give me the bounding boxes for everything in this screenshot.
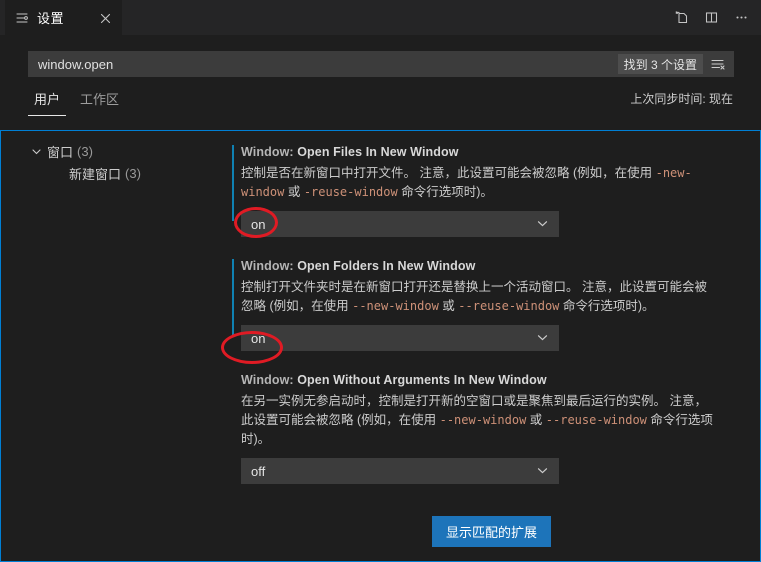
show-matching-extensions-button[interactable]: 显示匹配的扩展 bbox=[431, 516, 551, 547]
toc-item-window-label: 窗口 bbox=[47, 144, 74, 160]
setting-description-text: 命令行选项时)。 bbox=[559, 299, 655, 313]
setting-description-text: 命令行选项时)。 bbox=[397, 185, 493, 199]
close-icon[interactable] bbox=[96, 9, 114, 27]
ellipsis-icon[interactable] bbox=[727, 4, 755, 32]
settings-gear-list-icon bbox=[15, 10, 31, 26]
setting-item: Window: Open Folders In New Window 控制打开文件… bbox=[223, 245, 760, 359]
setting-item: Window: Open Without Arguments In New Wi… bbox=[223, 359, 760, 492]
setting-title: Window: Open Folders In New Window bbox=[241, 259, 730, 273]
setting-value-label: off bbox=[251, 463, 266, 479]
search-input[interactable] bbox=[28, 51, 618, 77]
setting-description: 控制是否在新窗口中打开文件。 注意，此设置可能会被忽略 (例如，在使用 -new… bbox=[241, 164, 713, 202]
settings-header: 找到 3 个设置 用户 工作区 上次同步时间: 现在 bbox=[0, 35, 761, 130]
tab-settings[interactable]: 设置 bbox=[5, 0, 123, 35]
setting-description: 控制打开文件夹时是在新窗口打开还是替换上一个活动窗口。 注意，此设置可能会被忽略… bbox=[241, 278, 713, 316]
toc-item-new-window-label: 新建窗口 bbox=[69, 166, 122, 182]
split-editor-icon[interactable] bbox=[697, 4, 725, 32]
editor-tab-bar: 设置 bbox=[0, 0, 761, 35]
setting-item: Window: Open Files In New Window 控制是否在新窗口… bbox=[223, 131, 760, 245]
setting-title: Window: Open Without Arguments In New Wi… bbox=[241, 373, 730, 387]
setting-category: Window: bbox=[241, 145, 294, 159]
setting-name: Open Folders In New Window bbox=[297, 259, 476, 273]
setting-name: Open Files In New Window bbox=[297, 145, 459, 159]
setting-description-code: -reuse-window bbox=[303, 185, 398, 199]
setting-value-dropdown[interactable]: on bbox=[241, 325, 559, 351]
tab-user[interactable]: 用户 bbox=[28, 87, 67, 116]
setting-title: Window: Open Files In New Window bbox=[241, 145, 730, 159]
setting-description-code: --reuse-window bbox=[458, 299, 560, 313]
chevron-down-icon bbox=[536, 464, 549, 480]
setting-description-text: 控制是否在新窗口中打开文件。 注意，此设置可能会被忽略 (例如，在使用 bbox=[241, 166, 656, 180]
setting-name: Open Without Arguments In New Window bbox=[297, 373, 547, 387]
setting-value-label: on bbox=[251, 216, 266, 232]
sync-status-label: 上次同步时间: 现在 bbox=[630, 92, 733, 106]
setting-control: on bbox=[241, 325, 730, 351]
setting-description: 在另一实例无参启动时，控制是打开新的空窗口或是聚焦到最后运行的实例。 注意，此设… bbox=[241, 392, 713, 449]
toc-item-window[interactable]: 窗口 (3) bbox=[1, 140, 223, 162]
setting-description-code: --new-window bbox=[352, 299, 439, 313]
settings-toc-tree[interactable]: 窗口 (3) 新建窗口 (3) bbox=[1, 131, 223, 561]
setting-value-label: on bbox=[251, 330, 266, 346]
settings-body: 窗口 (3) 新建窗口 (3) Window: Open Files In Ne… bbox=[0, 130, 761, 562]
setting-description-text: 或 bbox=[526, 413, 546, 427]
toc-item-new-window[interactable]: 新建窗口 (3) bbox=[1, 162, 223, 184]
setting-value-dropdown[interactable]: on bbox=[241, 211, 559, 237]
show-matching-extensions-area: 显示匹配的扩展 bbox=[223, 516, 760, 547]
setting-control: off bbox=[241, 458, 730, 484]
tab-settings-label: 设置 bbox=[37, 11, 65, 26]
setting-category: Window: bbox=[241, 259, 294, 273]
setting-description-code: --new-window bbox=[439, 413, 527, 427]
results-count-badge: 找到 3 个设置 bbox=[617, 54, 703, 74]
file-arrow-icon[interactable] bbox=[667, 4, 695, 32]
chevron-down-icon bbox=[536, 217, 549, 233]
scope-tabs: 用户 工作区 bbox=[28, 87, 133, 119]
chevron-down-icon[interactable] bbox=[29, 144, 43, 158]
settings-list: Window: Open Files In New Window 控制是否在新窗口… bbox=[223, 131, 760, 561]
settings-editor-window: 设置 window.open 找到 3 个设置 用户 工作区 上次同步时间: 现… bbox=[0, 0, 761, 562]
chevron-down-icon bbox=[536, 331, 549, 347]
toc-item-new-window-count: (3) bbox=[125, 165, 141, 181]
setting-description-text: 或 bbox=[438, 299, 459, 313]
editor-actions bbox=[667, 0, 755, 35]
setting-category: Window: bbox=[241, 373, 294, 387]
settings-search-box[interactable]: 找到 3 个设置 bbox=[28, 51, 734, 77]
clear-filters-icon[interactable] bbox=[705, 53, 731, 75]
setting-control: on bbox=[241, 211, 730, 237]
tab-workspace[interactable]: 工作区 bbox=[74, 87, 125, 116]
toc-item-window-count: (3) bbox=[77, 143, 93, 159]
setting-value-dropdown[interactable]: off bbox=[241, 458, 559, 484]
setting-description-code: --reuse-window bbox=[545, 413, 647, 427]
setting-description-text: 或 bbox=[284, 185, 304, 199]
